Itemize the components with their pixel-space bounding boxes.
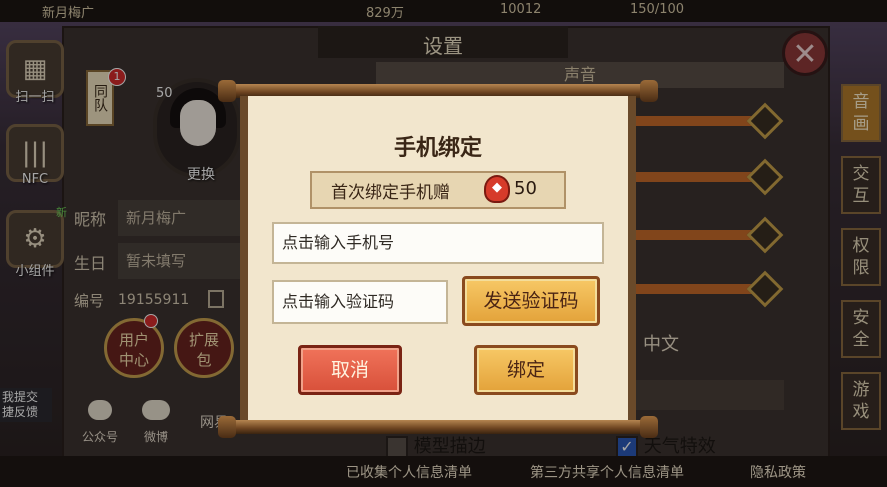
scroll-bottom-left-cap [218, 416, 236, 438]
scroll-top-left-cap [218, 80, 236, 102]
fish-icon: ◆ [484, 175, 510, 203]
reward-count: 50 [514, 178, 537, 199]
reward-text: 首次绑定手机赠 [331, 183, 450, 203]
verification-code-input[interactable]: 点击输入验证码 [272, 280, 448, 324]
scroll-bottom-right-cap [640, 416, 658, 438]
phone-number-input[interactable]: 点击输入手机号 [272, 222, 604, 264]
scroll-top-right-cap [640, 80, 658, 102]
scroll-bottom-rod [226, 420, 650, 434]
bind-button[interactable]: 绑定 [474, 345, 578, 395]
cancel-button[interactable]: 取消 [298, 345, 402, 395]
send-code-button[interactable]: 发送验证码 [462, 276, 600, 326]
dialog-title: 手机绑定 [393, 135, 482, 161]
